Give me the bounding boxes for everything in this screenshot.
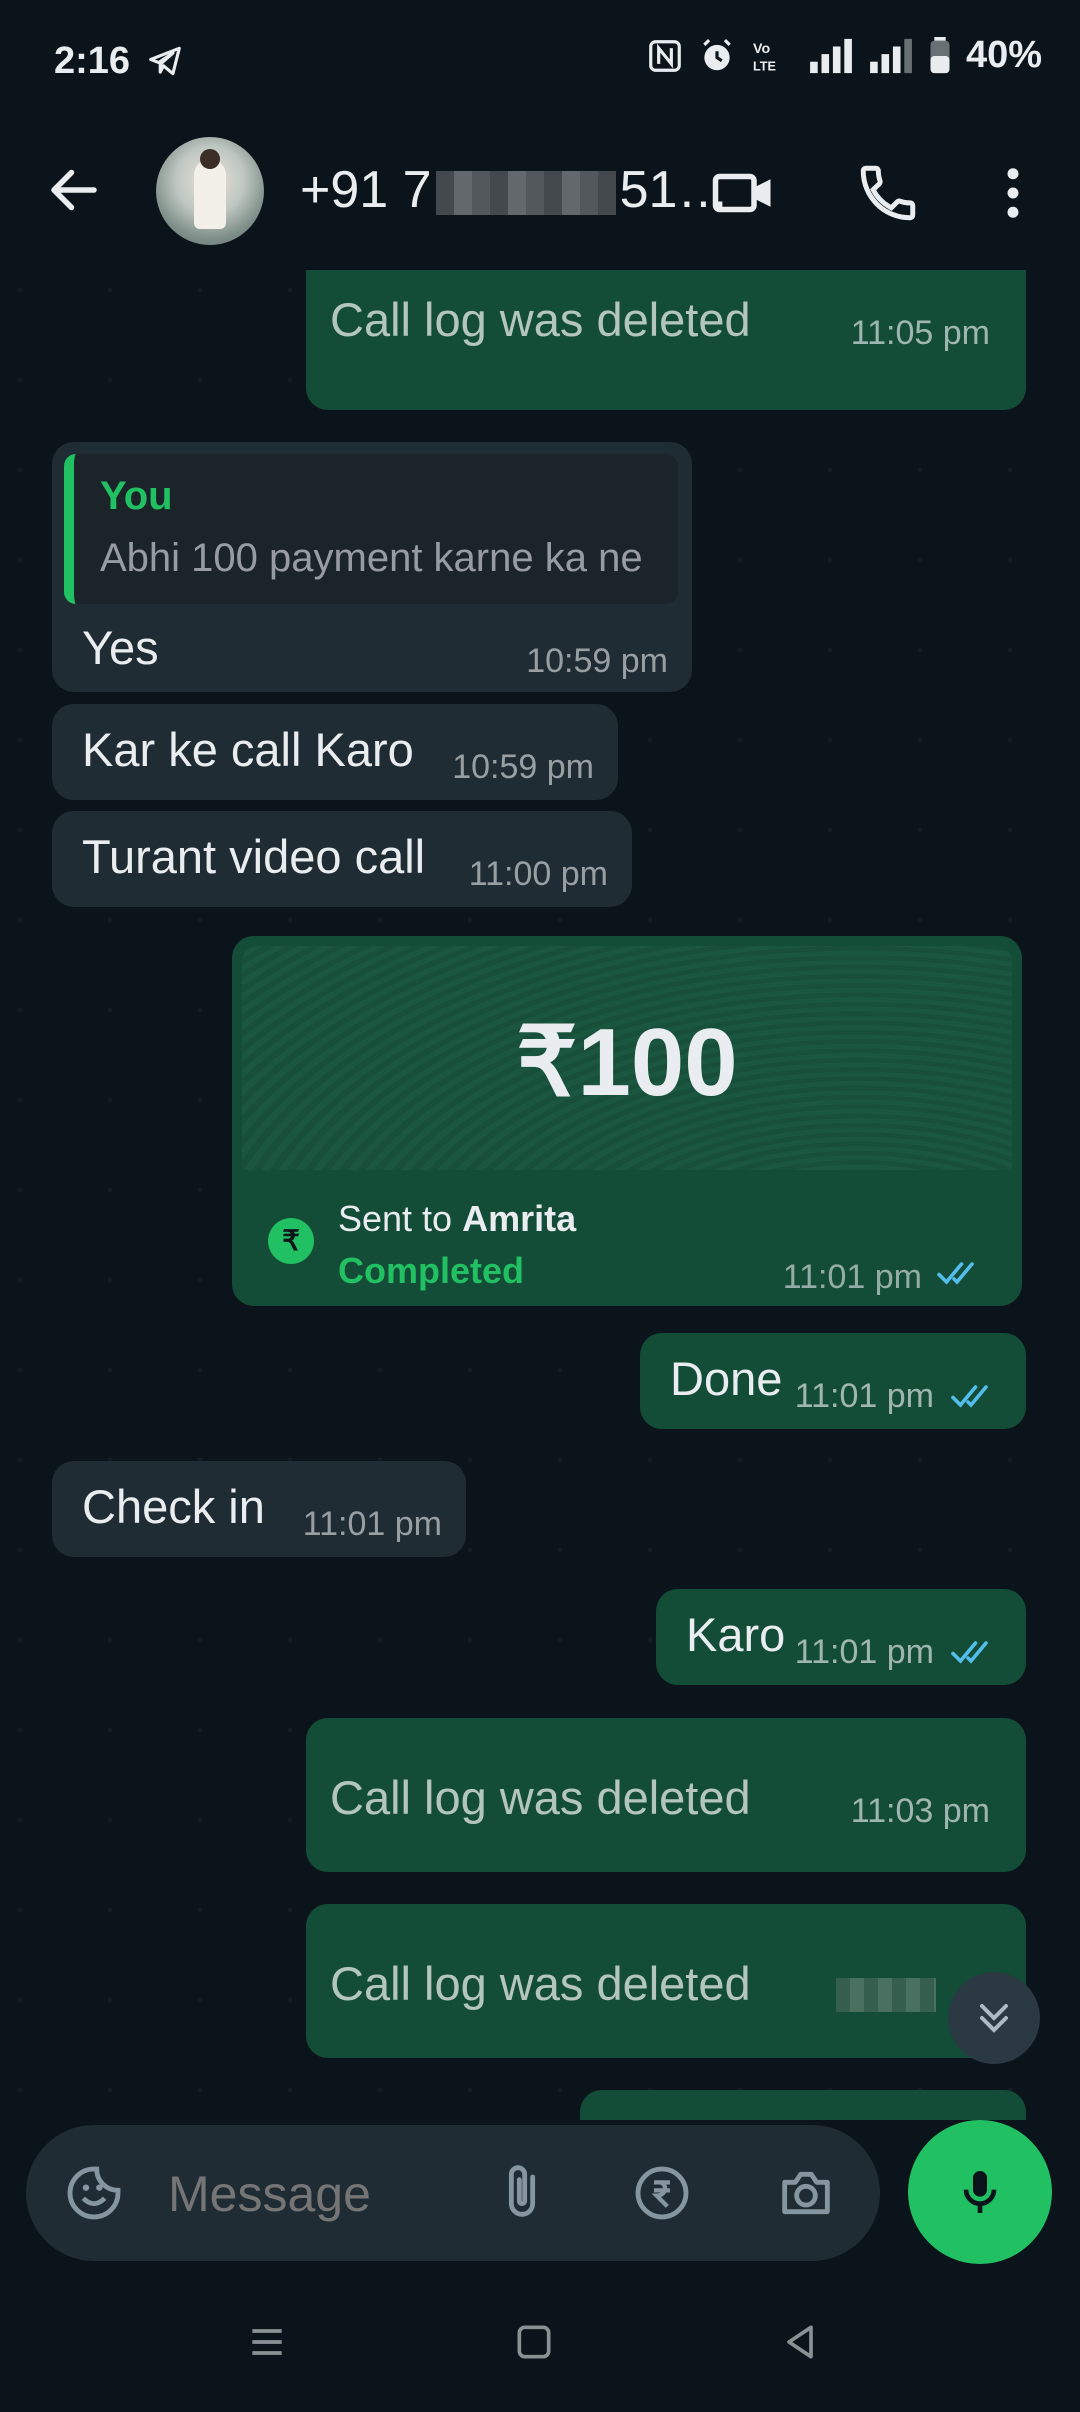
message-input[interactable] [166,2155,470,2233]
message-outgoing[interactable]: Done 11:01 pm [640,1333,1026,1429]
payment-card[interactable]: ₹100 ₹ Sent to Amrita Completed 11:01 pm [232,936,1022,1306]
message-time: 11:01 pm [302,1505,442,1543]
battery-icon [930,36,950,73]
message-outgoing[interactable]: Karo 11:01 pm [656,1589,1026,1685]
battery-percent: 40% [965,34,1042,76]
message-text: Check in [82,1480,265,1533]
message-time: 10:59 pm [452,748,594,786]
system-nav-bar [0,2282,1080,2412]
message-time: 11:00 pm [468,855,608,893]
home-icon[interactable] [512,2320,556,2364]
scroll-to-bottom-button[interactable] [948,1972,1040,2064]
read-ticks-icon [951,1641,988,1664]
status-time: 2:16 [54,40,131,82]
status-icons: Vo LTE 40% [646,34,1042,77]
message-time: 11:01 pm [782,1258,922,1296]
sent-to-label: Sent to [338,1198,453,1239]
message-text: Karo [686,1608,786,1661]
nfc-icon [649,39,681,72]
back-arrow-icon[interactable] [44,160,104,220]
sticker-icon[interactable] [62,2161,126,2225]
rupee-icon: ₹ [268,1218,314,1264]
message-time: 11:01 pm [794,1377,934,1415]
attach-icon[interactable] [490,2161,554,2225]
svg-text:LTE: LTE [753,59,776,73]
contact-title[interactable]: +91 7 51… [300,160,729,220]
microphone-icon [963,2171,997,2213]
recent-apps-icon[interactable] [245,2320,289,2364]
redacted-digits [435,171,616,216]
signal-2-icon [870,38,912,73]
message-outgoing-partial [580,2090,1026,2120]
quote-text: Abhi 100 payment karne ka ne [100,536,643,580]
message-time: 11:01 pm [794,1633,934,1671]
payment-status: Completed [338,1250,525,1291]
quoted-message[interactable]: You Abhi 100 payment karne ka ne [64,454,678,604]
voice-message-button[interactable] [908,2120,1052,2264]
message-time: 10:59 pm [526,642,668,680]
message-incoming[interactable]: Turant video call 11:00 pm [52,811,632,907]
message-call-log[interactable]: Call log was deleted 11:05 pm [306,270,1026,410]
message-incoming-reply[interactable]: You Abhi 100 payment karne ka ne Yes 10:… [52,442,692,692]
contact-avatar[interactable] [156,137,264,245]
nav-back-icon[interactable] [778,2320,822,2364]
message-text: Call log was deleted [330,293,751,346]
voice-call-icon[interactable] [855,160,921,226]
message-incoming[interactable]: Check in 11:01 pm [52,1461,466,1557]
read-ticks-icon [951,1385,988,1408]
message-text: Yes [82,621,159,674]
payment-sent-to: Sent to Amrita [338,1198,576,1240]
message-text: Turant video call [82,830,426,883]
message-time: 11:03 pm [850,1792,990,1830]
volte-icon: Vo LTE [753,40,776,73]
payment-recipient: Amrita [462,1198,577,1239]
message-time: 11:05 pm [850,314,990,352]
message-text: Call log was deleted [330,1957,751,2010]
alarm-icon [703,38,731,70]
message-call-log[interactable]: Call log was deleted [306,1904,1026,2058]
more-options-icon[interactable] [980,160,1046,226]
telegram-icon [149,46,181,76]
redacted-time [836,1978,936,2012]
message-text: Call log was deleted [330,1771,751,1824]
svg-text:Vo: Vo [753,40,770,56]
payment-rupee-icon[interactable] [630,2161,694,2225]
quote-author: You [100,474,173,518]
message-text: Kar ke call Karo [82,723,414,776]
payment-amount: ₹100 [516,1009,738,1116]
read-ticks-icon [937,1262,974,1285]
chat-area[interactable]: Call log was deleted 11:05 pm You Abhi 1… [0,270,1080,2120]
camera-icon[interactable] [774,2161,838,2225]
message-composer [26,2125,880,2261]
message-text: Done [670,1352,783,1405]
message-call-log[interactable]: Call log was deleted 11:03 pm [306,1718,1026,1872]
message-incoming[interactable]: Kar ke call Karo 10:59 pm [52,704,618,800]
chevrons-down-icon [980,2004,1008,2033]
status-bar: 2:16 Vo LTE 40% [0,0,1080,125]
video-call-icon[interactable] [710,160,776,226]
signal-1-icon [810,38,852,73]
contact-name: +91 7 [300,161,432,219]
